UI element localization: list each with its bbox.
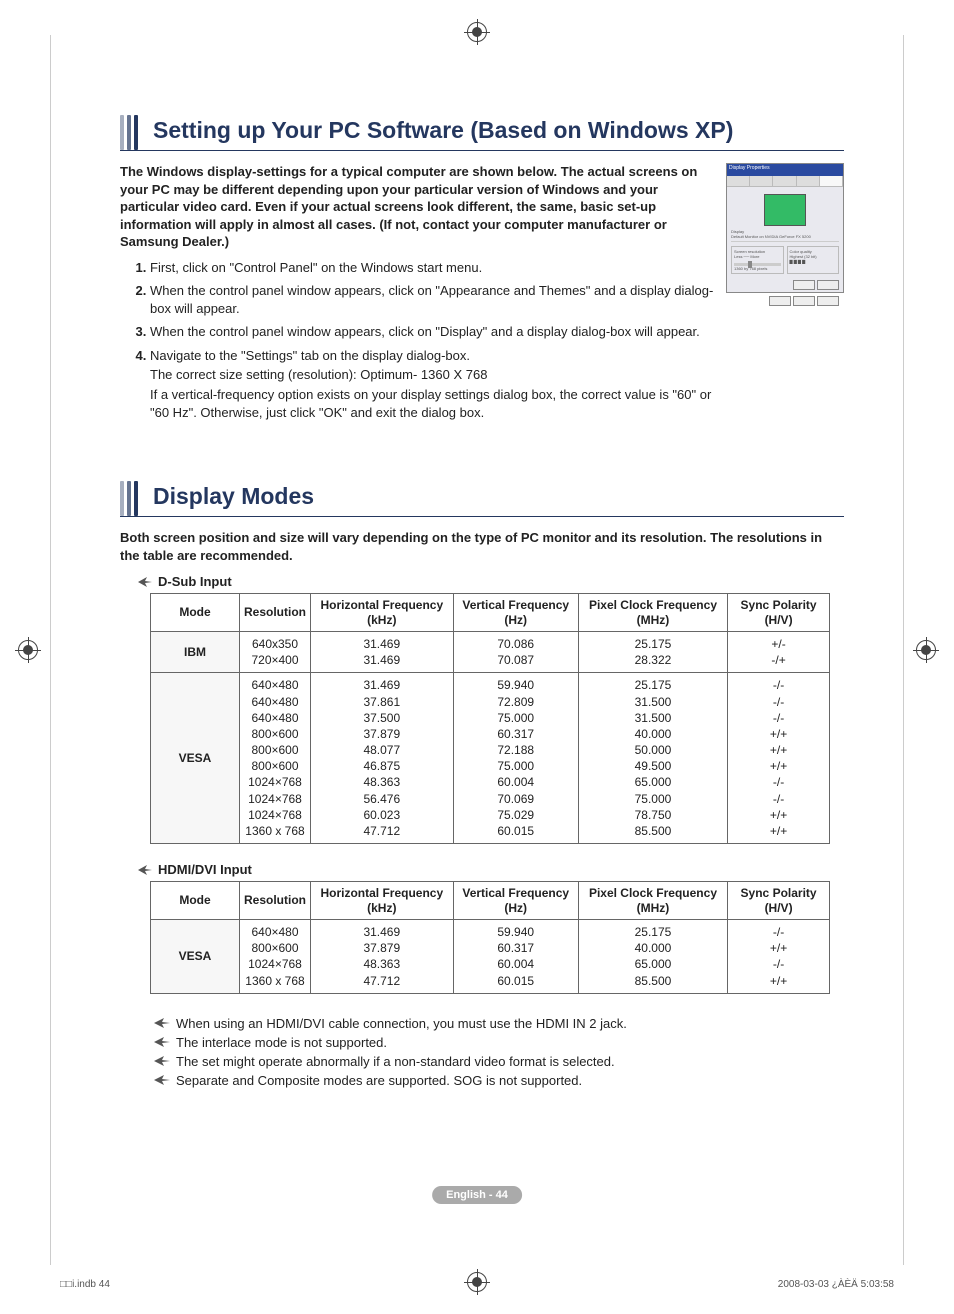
step-item: When the control panel window appears, c… bbox=[150, 282, 714, 317]
steps-list: First, click on "Control Panel" on the W… bbox=[150, 259, 714, 421]
data-cell: 59.94060.31760.00460.015 bbox=[453, 920, 578, 994]
data-cell: 31.46937.87948.36347.712 bbox=[311, 920, 454, 994]
mode-cell: VESA bbox=[151, 673, 240, 844]
display-properties-thumbnail: Display Properties Display Default Monit… bbox=[726, 163, 844, 293]
note-item: Separate and Composite modes are support… bbox=[154, 1073, 844, 1088]
subsection-label: HDMI/DVI Input bbox=[138, 862, 844, 877]
step-item: First, click on "Control Panel" on the W… bbox=[150, 259, 714, 277]
col-hfreq: Horizontal Frequency (kHz) bbox=[311, 594, 454, 632]
print-footer: □□i.indb 44 2008-03-03 ¿ÀÈÄ 5:03:58 bbox=[60, 1279, 894, 1290]
section-heading: Display Modes bbox=[120, 481, 844, 517]
data-cell: 640×480800×6001024×7681360 x 768 bbox=[240, 920, 311, 994]
mode-cell: IBM bbox=[151, 631, 240, 672]
col-res: Resolution bbox=[240, 594, 311, 632]
arrow-icon bbox=[138, 577, 152, 587]
col-sync: Sync Polarity (H/V) bbox=[728, 882, 830, 920]
section-intro: The Windows display-settings for a typic… bbox=[120, 163, 714, 251]
data-cell: 70.08670.087 bbox=[453, 631, 578, 672]
section-title-text: Setting up Your PC Software (Based on Wi… bbox=[153, 115, 733, 150]
note-item: When using an HDMI/DVI cable connection,… bbox=[154, 1016, 844, 1031]
mode-cell: VESA bbox=[151, 920, 240, 994]
step-item: When the control panel window appears, c… bbox=[150, 323, 714, 341]
crop-mark bbox=[50, 35, 51, 1265]
data-cell: 25.17528.322 bbox=[578, 631, 727, 672]
col-mode: Mode bbox=[151, 594, 240, 632]
data-cell: 25.17540.00065.00085.500 bbox=[578, 920, 727, 994]
footer-left: □□i.indb 44 bbox=[60, 1279, 110, 1290]
registration-mark-icon bbox=[916, 640, 936, 660]
arrow-icon bbox=[154, 1037, 170, 1047]
col-vfreq: Vertical Frequency (Hz) bbox=[453, 594, 578, 632]
page-badge: English - 44 bbox=[432, 1186, 522, 1204]
col-pclk: Pixel Clock Frequency (MHz) bbox=[578, 594, 727, 632]
data-cell: -/--/--/-+/++/++/+-/--/-+/++/+ bbox=[728, 673, 830, 844]
col-mode: Mode bbox=[151, 882, 240, 920]
crop-mark bbox=[903, 35, 904, 1265]
note-item: The interlace mode is not supported. bbox=[154, 1035, 844, 1050]
registration-mark-icon bbox=[18, 640, 38, 660]
step-item: Navigate to the "Settings" tab on the di… bbox=[150, 347, 714, 421]
section-title-text: Display Modes bbox=[153, 481, 314, 516]
data-cell: 31.46937.86137.50037.87948.07746.87548.3… bbox=[311, 673, 454, 844]
arrow-icon bbox=[154, 1075, 170, 1085]
hdmi-table: Mode Resolution Horizontal Frequency (kH… bbox=[150, 881, 830, 994]
col-pclk: Pixel Clock Frequency (MHz) bbox=[578, 882, 727, 920]
data-cell: 640x350720×400 bbox=[240, 631, 311, 672]
page: Setting up Your PC Software (Based on Wi… bbox=[0, 0, 954, 1314]
heading-bars-icon bbox=[120, 115, 141, 150]
data-cell: +/--/+ bbox=[728, 631, 830, 672]
arrow-icon bbox=[138, 865, 152, 875]
data-cell: 31.46931.469 bbox=[311, 631, 454, 672]
data-cell: 59.94072.80975.00060.31772.18875.00060.0… bbox=[453, 673, 578, 844]
registration-mark-icon bbox=[467, 22, 487, 42]
arrow-icon bbox=[154, 1018, 170, 1028]
col-vfreq: Vertical Frequency (Hz) bbox=[453, 882, 578, 920]
col-res: Resolution bbox=[240, 882, 311, 920]
data-cell: -/-+/+-/-+/+ bbox=[728, 920, 830, 994]
section-heading: Setting up Your PC Software (Based on Wi… bbox=[120, 115, 844, 151]
section-intro: Both screen position and size will vary … bbox=[120, 529, 844, 564]
col-sync: Sync Polarity (H/V) bbox=[728, 594, 830, 632]
note-item: The set might operate abnormally if a no… bbox=[154, 1054, 844, 1069]
data-cell: 640×480640×480640×480800×600800×600800×6… bbox=[240, 673, 311, 844]
data-cell: 25.17531.50031.50040.00050.00049.50065.0… bbox=[578, 673, 727, 844]
dsub-table: Mode Resolution Horizontal Frequency (kH… bbox=[150, 593, 830, 844]
notes-list: When using an HDMI/DVI cable connection,… bbox=[154, 1016, 844, 1088]
col-hfreq: Horizontal Frequency (kHz) bbox=[311, 882, 454, 920]
arrow-icon bbox=[154, 1056, 170, 1066]
footer-right: 2008-03-03 ¿ÀÈÄ 5:03:58 bbox=[778, 1279, 894, 1290]
subsection-label: D-Sub Input bbox=[138, 574, 844, 589]
heading-bars-icon bbox=[120, 481, 141, 516]
content-area: Setting up Your PC Software (Based on Wi… bbox=[120, 115, 844, 1088]
